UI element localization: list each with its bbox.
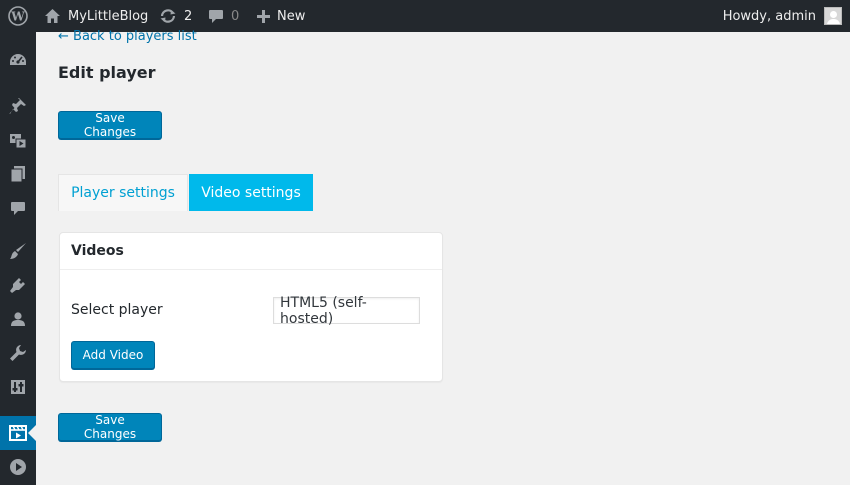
tools-wrench-icon[interactable] xyxy=(0,336,36,370)
new-label: New xyxy=(277,8,306,24)
site-name-menu[interactable]: MyLittleBlog xyxy=(44,0,148,32)
updates-icon xyxy=(159,8,177,24)
comments-icon[interactable] xyxy=(0,191,36,225)
admin-bar: W MyLittleBlog 2 0 New Howdy, admin xyxy=(0,0,850,32)
posts-pin-icon[interactable] xyxy=(0,89,36,123)
add-video-button[interactable]: Add Video xyxy=(71,341,155,369)
panel-title: Videos xyxy=(71,243,124,259)
plus-icon xyxy=(257,9,270,23)
save-changes-button-top[interactable]: Save Changes xyxy=(58,111,162,139)
wordpress-logo-icon[interactable]: W xyxy=(8,0,28,32)
svg-text:W: W xyxy=(10,10,25,24)
appearance-brush-icon[interactable] xyxy=(0,234,36,268)
my-account-menu[interactable]: Howdy, admin xyxy=(723,0,842,32)
avatar xyxy=(824,7,842,25)
back-to-players-link[interactable]: ← Back to players list xyxy=(58,29,197,44)
videos-panel: Videos Select player HTML5 (self-hosted)… xyxy=(59,232,443,382)
pages-icon[interactable] xyxy=(0,157,36,191)
settings-icon[interactable] xyxy=(0,370,36,404)
comments-icon xyxy=(208,9,224,24)
panel-divider xyxy=(60,269,442,270)
tab-player-settings[interactable]: Player settings xyxy=(58,174,188,211)
media-icon[interactable] xyxy=(0,123,36,157)
updates-count: 2 xyxy=(184,8,193,24)
play-circle-icon[interactable] xyxy=(0,450,36,484)
page-title: Edit player xyxy=(58,63,156,82)
users-icon[interactable] xyxy=(0,302,36,336)
video-player-icon[interactable] xyxy=(0,416,36,450)
updates-menu[interactable]: 2 xyxy=(159,0,192,32)
plugins-icon[interactable] xyxy=(0,268,36,302)
admin-menu xyxy=(0,32,36,485)
select-player-dropdown[interactable]: HTML5 (self-hosted) xyxy=(273,295,420,327)
tab-video-settings[interactable]: Video settings xyxy=(189,174,313,211)
site-name-label: MyLittleBlog xyxy=(68,8,149,24)
comments-menu[interactable]: 0 xyxy=(208,0,239,32)
save-changes-button-bottom[interactable]: Save Changes xyxy=(58,413,162,441)
home-icon xyxy=(44,8,61,24)
greeting: Howdy, admin xyxy=(722,8,816,24)
comments-count: 0 xyxy=(231,8,240,24)
dashboard-icon[interactable] xyxy=(0,43,36,77)
select-player-label: Select player xyxy=(71,302,163,318)
new-content-menu[interactable]: New xyxy=(257,0,305,32)
